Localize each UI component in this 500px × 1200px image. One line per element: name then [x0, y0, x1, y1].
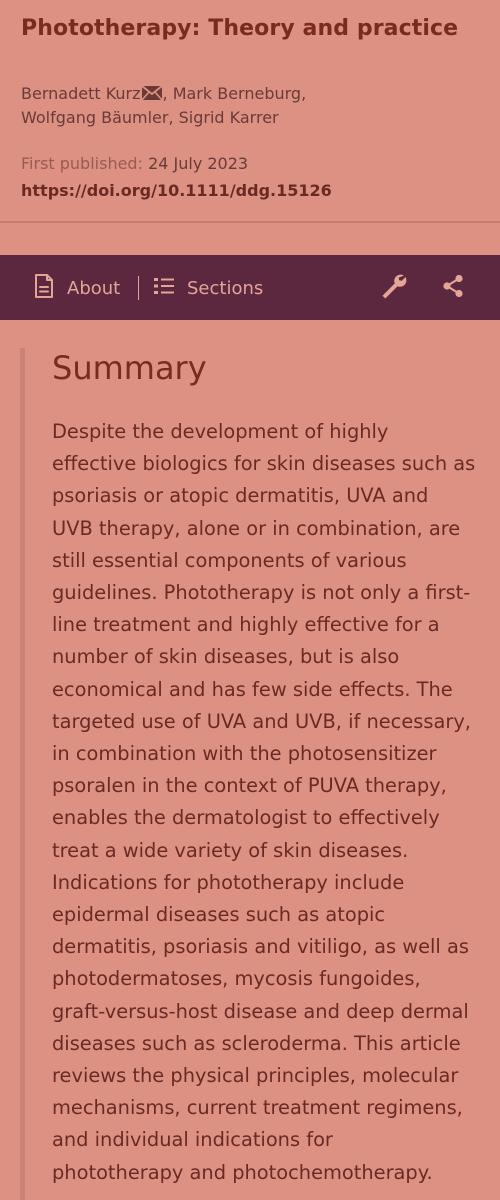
- list-icon: [153, 275, 175, 302]
- article-title: Phototherapy: Theory and practice: [21, 16, 459, 41]
- abstract-line: dermatitis, psoriasis and vitiligo, as w…: [52, 935, 469, 959]
- author-link-berneburg[interactable]: Mark Berneburg: [173, 84, 301, 103]
- article-header: Phototherapy: Theory and practice Bernad…: [0, 0, 500, 222]
- author-separator: ,: [301, 84, 307, 103]
- abstract-line: photodermatoses, mycosis fungoides,: [52, 967, 421, 991]
- author-separator: ,: [168, 108, 179, 127]
- share-icon: [440, 273, 466, 304]
- abstract-line: reviews the physical principles, molecul…: [52, 1064, 459, 1088]
- author-link-karrer[interactable]: Sigrid Karrer: [179, 108, 279, 127]
- first-published-label: First published:: [21, 154, 143, 173]
- abstract-line: graft-versus-host disease and deep derma…: [52, 999, 469, 1023]
- abstract-line: enables the dermatologist to effectively: [52, 806, 440, 830]
- abstract-line: psoralen in the context of PUVA therapy,: [52, 774, 447, 798]
- abstract-line: phototherapy and photochemotherapy.: [52, 1160, 433, 1184]
- about-label: About: [67, 277, 121, 299]
- about-button[interactable]: About: [33, 273, 121, 304]
- abstract-line: effective biologics for skin diseases su…: [52, 452, 476, 476]
- author-separator: ,: [162, 84, 173, 103]
- abstract-line: mechanisms, current treatment regimens,: [52, 1096, 463, 1120]
- author-link-baeumler[interactable]: Wolfgang Bäumler: [21, 108, 168, 127]
- author-line-1: Bernadett Kurz, Mark Berneburg,: [21, 82, 481, 106]
- share-button[interactable]: [440, 273, 466, 304]
- abstract-line: targeted use of UVA and UVB, if necessar…: [52, 709, 471, 733]
- abstract-line: Despite the development of highly: [52, 420, 389, 443]
- email-envelope-icon[interactable]: [140, 84, 163, 101]
- author-list: Bernadett Kurz, Mark Berneburg, Wolfgang…: [21, 82, 481, 130]
- abstract-line: number of skin diseases, but is also: [52, 645, 400, 669]
- abstract-line: economical and has few side effects. The: [52, 677, 453, 701]
- abstract-line: diseases such as scleroderma. This artic…: [52, 1031, 461, 1055]
- abstract-line: guidelines. Phototherapy is not only a f…: [52, 581, 471, 605]
- abstract-line: psoriasis or atopic dermatitis, UVA and: [52, 484, 429, 508]
- doi-link[interactable]: https://doi.org/10.1111/ddg.15126: [21, 179, 332, 203]
- abstract-line: Indications for phototherapy include: [52, 870, 405, 894]
- abstract-line: epidermal diseases such as atopic: [52, 903, 386, 927]
- tools-button[interactable]: [378, 273, 408, 303]
- content-side-rule: [20, 348, 25, 1200]
- header-divider: [0, 221, 500, 223]
- abstract-line: UVB therapy, alone or in combination, ar…: [52, 516, 461, 540]
- summary-abstract: Despite the development of highly effect…: [52, 416, 488, 1189]
- sections-button[interactable]: Sections: [153, 275, 263, 301]
- abstract-line: still essential components of various: [52, 548, 407, 572]
- abstract-line: treat a wide variety of skin diseases.: [52, 838, 409, 862]
- author-line-2: Wolfgang Bäumler, Sigrid Karrer: [21, 106, 481, 130]
- abstract-line: line treatment and highly effective for …: [52, 613, 440, 637]
- document-icon: [33, 273, 55, 304]
- toolbar-divider: [138, 276, 139, 300]
- first-published-date: 24 July 2023: [148, 154, 249, 173]
- abstract-line: and individual indications for: [52, 1128, 333, 1152]
- sections-label: Sections: [187, 277, 264, 299]
- article-toolbar: About Sections: [0, 255, 500, 320]
- wrench-icon: [378, 271, 408, 306]
- author-link-kurz[interactable]: Bernadett Kurz: [21, 84, 141, 103]
- abstract-line: in combination with the photosensitizer: [52, 742, 437, 766]
- publication-date-line: First published: 24 July 2023: [21, 152, 248, 176]
- summary-heading: Summary: [52, 349, 207, 387]
